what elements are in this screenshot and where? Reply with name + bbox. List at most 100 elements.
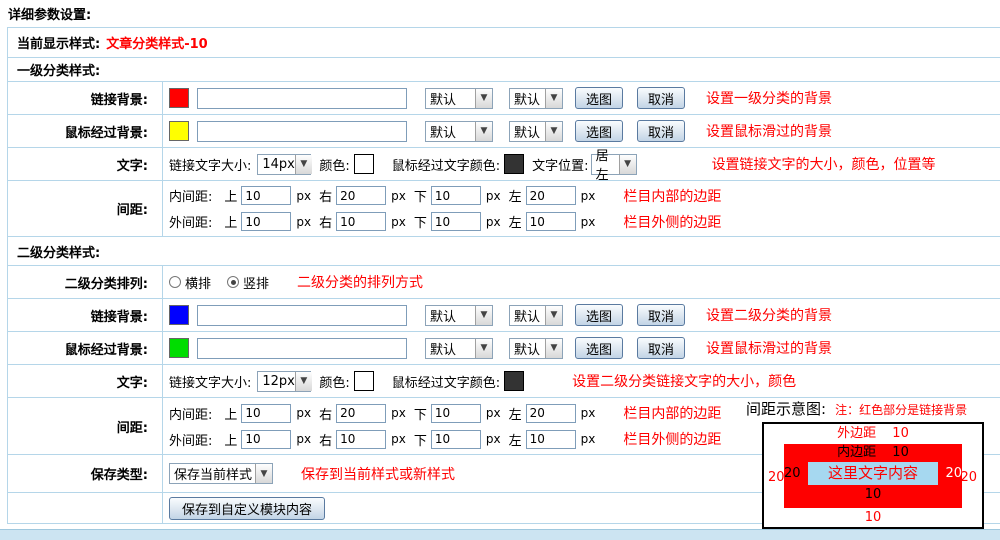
s1-link-bg-select-2[interactable]: 默认 ▼: [509, 88, 563, 109]
s2-text-color-swatch[interactable]: [354, 371, 374, 391]
s2-arrange-hint: 二级分类的排列方式: [297, 272, 423, 292]
current-style-value: 文章分类样式-10: [106, 33, 208, 52]
chevron-down-icon: ▼: [295, 155, 312, 174]
diagram-margin-left: 20: [768, 470, 785, 485]
spacing-diagram: 间距示意图: 注：红色部分是链接背景 外边距 10 内边距 10 20 这里文字…: [746, 398, 1000, 538]
diagram-padding-bottom: 10: [784, 485, 962, 505]
diagram-outer-box: 外边距 10 内边距 10 20 这里文字内容 20 10 10 20 20: [762, 422, 984, 529]
s1-link-bg-input[interactable]: [197, 88, 407, 109]
diagram-link-bg-box: 内边距 10 20 这里文字内容 20 10: [784, 444, 962, 508]
s2-hover-text-color-swatch[interactable]: [504, 371, 524, 391]
s1-hover-bg-hint: 设置鼠标滑过的背景: [706, 121, 832, 141]
s1-hover-bg-input[interactable]: [197, 121, 407, 142]
s2-link-bg-input[interactable]: [197, 305, 407, 326]
s2-hover-bg-select-2[interactable]: 默认 ▼: [509, 338, 563, 359]
s2-outer-spacing-hint: 栏目外侧的边距: [623, 429, 721, 449]
s1-hover-bg-swatch[interactable]: [169, 121, 189, 141]
s2-hover-bg-input[interactable]: [197, 338, 407, 359]
s1-hover-bg-row: 鼠标经过背景: 默认 ▼ 默认 ▼ 选图 取消 设置鼠标滑过的背景: [8, 115, 1000, 148]
s2-padding-top-input[interactable]: [241, 404, 291, 423]
s2-link-bg-cancel-button[interactable]: 取消: [637, 304, 685, 326]
s2-link-bg-row: 链接背景: 默认 ▼ 默认 ▼ 选图 取消 设置二级分类的背景: [8, 299, 1000, 332]
s2-link-bg-swatch[interactable]: [169, 305, 189, 325]
s2-text-label: 文字:: [8, 365, 163, 397]
s2-text-row: 文字: 链接文字大小: 12px ▼ 颜色: 鼠标经过文字颜色: 设置二级分类链…: [8, 365, 1000, 398]
s2-arrange-label: 二级分类排列:: [8, 266, 163, 298]
s1-margin-right-input[interactable]: [336, 212, 386, 231]
s2-link-bg-hint: 设置二级分类的背景: [706, 305, 832, 325]
s1-link-bg-swatch[interactable]: [169, 88, 189, 108]
s1-hover-bg-pick-button[interactable]: 选图: [575, 120, 623, 142]
chevron-down-icon: ▼: [619, 155, 636, 174]
s1-link-bg-select-1[interactable]: 默认 ▼: [425, 88, 493, 109]
s2-padding-right-input[interactable]: [336, 404, 386, 423]
section2-header: 二级分类样式:: [8, 237, 1000, 266]
diagram-padding-top: 内边距 10: [784, 444, 962, 461]
radio-vertical-label: 竖排: [243, 273, 269, 292]
s2-link-bg-pick-button[interactable]: 选图: [575, 304, 623, 326]
chevron-down-icon: ▼: [255, 464, 272, 483]
s2-text-color-label: 颜色:: [319, 372, 349, 391]
s1-hover-bg-cancel-button[interactable]: 取消: [637, 120, 685, 142]
s1-padding-bottom-input[interactable]: [431, 186, 481, 205]
s2-link-bg-select-1[interactable]: 默认 ▼: [425, 305, 493, 326]
chevron-down-icon: ▼: [545, 89, 562, 108]
s1-text-color-swatch[interactable]: [354, 154, 374, 174]
s1-hover-bg-select-2[interactable]: 默认 ▼: [509, 121, 563, 142]
s2-hover-bg-row: 鼠标经过背景: 默认 ▼ 默认 ▼ 选图 取消 设置鼠标滑过的背景: [8, 332, 1000, 365]
s2-link-bg-label: 链接背景:: [8, 299, 163, 331]
s1-padding-left-input[interactable]: [526, 186, 576, 205]
save-type-label: 保存类型:: [8, 455, 163, 492]
s2-arrange-row: 二级分类排列: 横排 竖排 二级分类的排列方式: [8, 266, 1000, 299]
s2-hover-bg-cancel-button[interactable]: 取消: [637, 337, 685, 359]
s2-padding-bottom-input[interactable]: [431, 404, 481, 423]
s2-link-bg-select-2[interactable]: 默认 ▼: [509, 305, 563, 326]
s1-text-row: 文字: 链接文字大小: 14px ▼ 颜色: 鼠标经过文字颜色: 文字位置: 居…: [8, 148, 1000, 181]
s1-hover-bg-select-1[interactable]: 默认 ▼: [425, 121, 493, 142]
radio-horizontal-label: 横排: [185, 273, 211, 292]
radio-horizontal[interactable]: [169, 276, 181, 288]
current-style-row: 当前显示样式: 文章分类样式-10: [8, 28, 1000, 58]
s1-hover-text-color-swatch[interactable]: [504, 154, 524, 174]
diagram-title: 间距示意图:: [746, 398, 826, 419]
s2-font-size-select[interactable]: 12px ▼: [257, 371, 311, 392]
s2-margin-top-input[interactable]: [241, 430, 291, 449]
s1-font-size-label: 链接文字大小:: [169, 155, 251, 174]
s2-margin-bottom-input[interactable]: [431, 430, 481, 449]
chevron-down-icon: ▼: [475, 339, 492, 358]
s1-margin-left-input[interactable]: [526, 212, 576, 231]
chevron-down-icon: ▼: [475, 306, 492, 325]
s1-padding-top-input[interactable]: [241, 186, 291, 205]
s2-font-size-label: 链接文字大小:: [169, 372, 251, 391]
s2-hover-bg-pick-button[interactable]: 选图: [575, 337, 623, 359]
save-type-select[interactable]: 保存当前样式 ▼: [169, 463, 273, 484]
s1-inner-spacing-hint: 栏目内部的边距: [623, 186, 721, 206]
s1-text-pos-select[interactable]: 居左 ▼: [591, 154, 637, 175]
s1-outer-spacing-hint: 栏目外侧的边距: [623, 212, 721, 232]
s1-text-pos-label: 文字位置:: [532, 155, 588, 174]
diagram-padding-left: 20: [784, 466, 801, 481]
current-style-label: 当前显示样式:: [17, 33, 100, 52]
diagram-content-box: 这里文字内容: [808, 462, 939, 485]
s2-margin-left-input[interactable]: [526, 430, 576, 449]
s2-hover-bg-swatch[interactable]: [169, 338, 189, 358]
s2-spacing-label: 间距:: [8, 398, 163, 454]
s1-margin-top-input[interactable]: [241, 212, 291, 231]
chevron-down-icon: ▼: [545, 122, 562, 141]
s2-hover-bg-hint: 设置鼠标滑过的背景: [706, 338, 832, 358]
s1-link-bg-cancel-button[interactable]: 取消: [637, 87, 685, 109]
s1-spacing-label: 间距:: [8, 181, 163, 236]
s2-margin-right-input[interactable]: [336, 430, 386, 449]
radio-vertical[interactable]: [227, 276, 239, 288]
s1-font-size-select[interactable]: 14px ▼: [257, 154, 311, 175]
s1-link-bg-pick-button[interactable]: 选图: [575, 87, 623, 109]
save-submit-button[interactable]: 保存到自定义模块内容: [169, 497, 325, 520]
s2-hover-bg-select-1[interactable]: 默认 ▼: [425, 338, 493, 359]
section1-header: 一级分类样式:: [8, 58, 1000, 82]
s1-spacing-row: 间距: 内间距: 上 px 右 px 下 px 左 px 栏目内部的边距 外间距…: [8, 181, 1000, 237]
s1-padding-right-input[interactable]: [336, 186, 386, 205]
save-type-hint: 保存到当前样式或新样式: [301, 464, 455, 484]
s2-padding-left-input[interactable]: [526, 404, 576, 423]
s1-margin-bottom-input[interactable]: [431, 212, 481, 231]
s2-text-hint: 设置二级分类链接文字的大小，颜色: [572, 371, 796, 391]
